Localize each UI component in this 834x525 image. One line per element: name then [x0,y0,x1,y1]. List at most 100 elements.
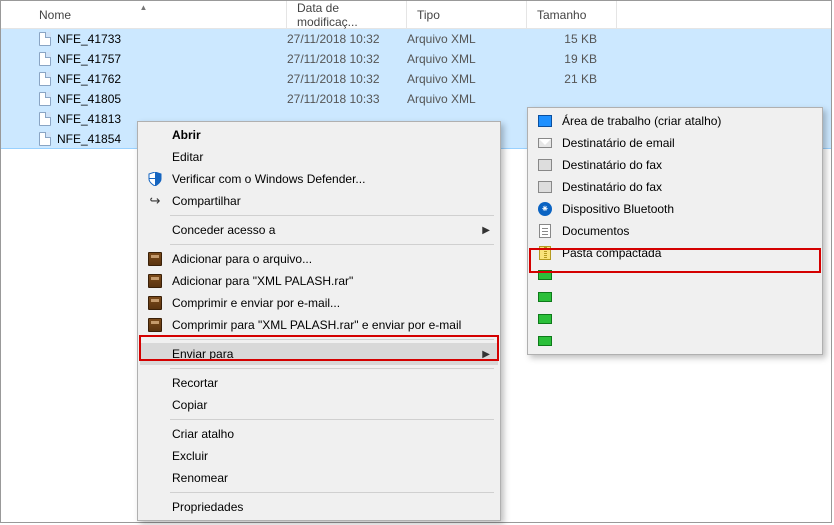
menu-edit[interactable]: Editar [140,146,498,168]
separator [170,368,494,369]
separator [170,339,494,340]
menu-defender[interactable]: Verificar com o Windows Defender... [140,168,498,190]
rar-icon [146,316,164,334]
sort-ascending-icon: ▲ [140,3,148,12]
menu-compress-email[interactable]: Comprimir e enviar por e-mail... [140,292,498,314]
file-row[interactable]: NFE_41733 27/11/2018 10:32 Arquivo XML 1… [1,28,831,49]
menu-label: Excluir [172,449,208,463]
send-to-submenu: Área de trabalho (criar atalho) Destinat… [527,107,823,355]
submenu-item[interactable] [530,308,820,330]
menu-label: Propriedades [172,500,243,514]
file-date: 27/11/2018 10:32 [287,52,407,66]
xml-file-icon [37,111,53,127]
menu-properties[interactable]: Propriedades [140,496,498,518]
file-date: 27/11/2018 10:32 [287,32,407,46]
device-icon [536,266,554,284]
zip-folder-icon [536,244,554,262]
column-label: Tipo [417,8,440,22]
menu-label: Destinatário de email [562,136,675,150]
submenu-compressed-folder[interactable]: Pasta compactada [530,242,820,264]
fax-icon [536,156,554,174]
xml-file-icon [37,131,53,147]
file-row[interactable]: NFE_41805 27/11/2018 10:33 Arquivo XML [1,88,831,109]
device-icon [536,288,554,306]
mail-icon [536,134,554,152]
xml-file-icon [37,71,53,87]
column-header-type[interactable]: Tipo [407,1,527,28]
menu-grant-access[interactable]: Conceder acesso a ▶ [140,219,498,241]
menu-label: Dispositivo Bluetooth [562,202,674,216]
xml-file-icon [37,91,53,107]
fax-icon [536,178,554,196]
submenu-documents[interactable]: Documentos [530,220,820,242]
submenu-fax[interactable]: Destinatário do fax [530,154,820,176]
file-type: Arquivo XML [407,52,527,66]
bluetooth-icon: ⁕ [536,200,554,218]
menu-copy[interactable]: Copiar [140,394,498,416]
file-type: Arquivo XML [407,92,527,106]
separator [170,492,494,493]
column-label: Data de modificaç... [297,1,396,29]
column-header-name[interactable]: Nome ▲ [1,1,287,28]
menu-cut[interactable]: Recortar [140,372,498,394]
menu-add-archive[interactable]: Adicionar para o arquivo... [140,248,498,270]
file-size: 15 KB [527,32,607,46]
menu-label: Comprimir para "XML PALASH.rar" e enviar… [172,318,461,332]
file-name: NFE_41733 [57,32,121,46]
submenu-arrow-icon: ▶ [482,349,490,360]
rar-icon [146,250,164,268]
device-icon [536,332,554,350]
menu-create-shortcut[interactable]: Criar atalho [140,423,498,445]
file-size: 19 KB [527,52,607,66]
file-name: NFE_41762 [57,72,121,86]
file-row[interactable]: NFE_41757 27/11/2018 10:32 Arquivo XML 1… [1,48,831,69]
submenu-item[interactable] [530,330,820,352]
xml-file-icon [37,31,53,47]
menu-label: Copiar [172,398,207,412]
submenu-item[interactable] [530,264,820,286]
device-icon [536,310,554,328]
file-explorer: Nome ▲ Data de modificaç... Tipo Tamanho… [0,0,832,523]
menu-label: Destinatário do fax [562,180,662,194]
file-name: NFE_41805 [57,92,121,106]
menu-delete[interactable]: Excluir [140,445,498,467]
menu-label: Editar [172,150,203,164]
separator [170,215,494,216]
rar-icon [146,294,164,312]
menu-rename[interactable]: Renomear [140,467,498,489]
column-label: Tamanho [537,8,586,22]
column-header-date[interactable]: Data de modificaç... [287,1,407,28]
menu-label: Documentos [562,224,629,238]
menu-label: Destinatário do fax [562,158,662,172]
file-row[interactable]: NFE_41762 27/11/2018 10:32 Arquivo XML 2… [1,68,831,89]
menu-label: Conceder acesso a [172,223,275,237]
menu-label: Comprimir e enviar por e-mail... [172,296,340,310]
file-date: 27/11/2018 10:33 [287,92,407,106]
context-menu: Abrir Editar Verificar com o Windows Def… [137,121,501,521]
file-size: 21 KB [527,72,607,86]
file-name: NFE_41813 [57,112,121,126]
submenu-item[interactable] [530,286,820,308]
menu-label: Pasta compactada [562,246,661,260]
menu-send-to[interactable]: Enviar para ▶ [140,343,498,365]
menu-label: Renomear [172,471,228,485]
menu-add-rar[interactable]: Adicionar para "XML PALASH.rar" [140,270,498,292]
menu-compress-rar-email[interactable]: Comprimir para "XML PALASH.rar" e enviar… [140,314,498,336]
menu-label: Recortar [172,376,218,390]
menu-share[interactable]: ↪ Compartilhar [140,190,498,212]
file-name: NFE_41854 [57,132,121,146]
rar-icon [146,272,164,290]
submenu-fax[interactable]: Destinatário do fax [530,176,820,198]
column-header-size[interactable]: Tamanho [527,1,617,28]
file-name: NFE_41757 [57,52,121,66]
menu-label: Abrir [172,128,201,142]
shield-icon [146,170,164,188]
submenu-desktop[interactable]: Área de trabalho (criar atalho) [530,110,820,132]
menu-open[interactable]: Abrir [140,124,498,146]
submenu-email[interactable]: Destinatário de email [530,132,820,154]
separator [170,419,494,420]
share-icon: ↪ [146,192,164,210]
xml-file-icon [37,51,53,67]
column-header-row: Nome ▲ Data de modificaç... Tipo Tamanho [1,1,831,29]
submenu-bluetooth[interactable]: ⁕ Dispositivo Bluetooth [530,198,820,220]
